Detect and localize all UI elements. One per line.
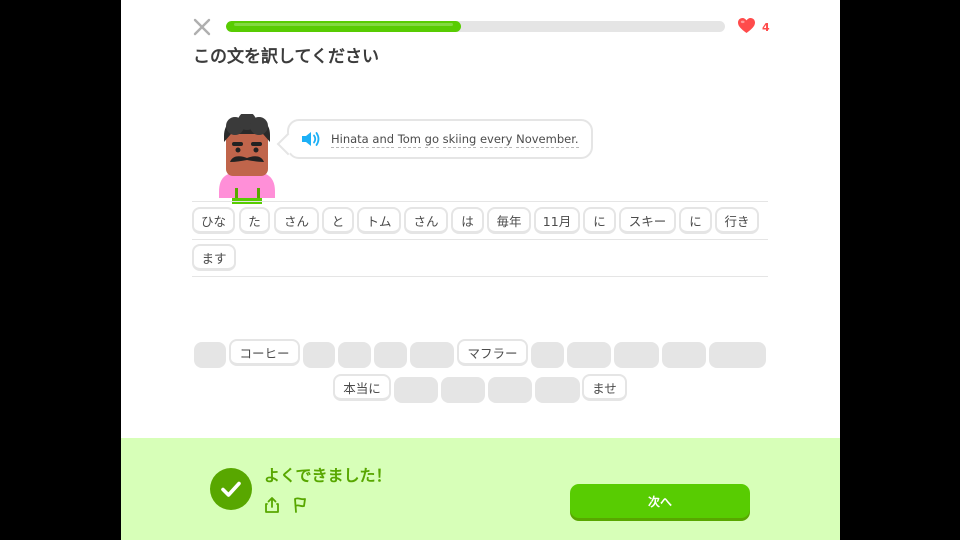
empty-slot — [303, 342, 335, 368]
answer-tile[interactable]: に — [583, 207, 616, 234]
answer-line — [192, 276, 768, 277]
answer-line — [192, 239, 768, 240]
answer-tile[interactable]: た — [239, 207, 270, 234]
empty-slot — [394, 377, 438, 403]
sentence-word[interactable]: Hinata — [331, 132, 369, 148]
report-flag-icon[interactable] — [292, 496, 308, 518]
empty-slot — [535, 377, 580, 403]
empty-slot — [662, 342, 706, 368]
check-icon — [210, 468, 252, 510]
hearts-counter[interactable]: 4 — [737, 17, 770, 38]
close-icon[interactable] — [193, 18, 211, 36]
empty-slot — [614, 342, 659, 368]
speaker-icon[interactable] — [301, 131, 321, 147]
answer-tile[interactable]: 毎年 — [487, 207, 531, 234]
answer-line — [192, 201, 768, 202]
empty-slot — [531, 342, 564, 368]
answer-tile[interactable]: さん — [274, 207, 319, 234]
feedback-panel: よくできました！ 次へ — [121, 438, 840, 540]
answer-tile[interactable]: トム — [357, 207, 401, 234]
answer-tile[interactable]: 行き — [715, 207, 759, 234]
page-title: この文を訳してください — [193, 47, 379, 67]
answer-area: ひな た さん と トム さん は 毎年 11月 に スキー に 行き ます — [192, 201, 768, 277]
answer-tile[interactable]: スキー — [619, 207, 676, 234]
sentence-word[interactable]: November. — [516, 132, 579, 148]
sentence-word[interactable]: every — [479, 132, 513, 148]
word-bank-tile[interactable]: ませ — [582, 374, 627, 401]
empty-slot — [374, 342, 407, 368]
next-button[interactable]: 次へ — [570, 484, 750, 518]
empty-slot — [338, 342, 371, 368]
heart-icon — [737, 17, 756, 38]
empty-slot — [567, 342, 611, 368]
progress-fill — [226, 21, 461, 32]
answer-tile[interactable]: と — [322, 207, 354, 234]
feedback-title: よくできました！ — [264, 466, 392, 485]
empty-slot — [441, 377, 485, 403]
prompt-sentence: Hinata and Tom go skiing every November. — [331, 132, 579, 148]
word-bank-tile[interactable]: マフラー — [457, 339, 528, 366]
share-icon[interactable] — [264, 496, 280, 518]
answer-tile[interactable]: ひな — [192, 207, 235, 234]
answer-tile[interactable]: 11月 — [534, 207, 580, 234]
answer-tile[interactable]: は — [451, 207, 484, 234]
sentence-word[interactable]: and — [372, 132, 395, 148]
empty-slot — [709, 342, 766, 368]
sentence-word[interactable]: skiing — [442, 132, 477, 148]
character-avatar — [213, 112, 277, 204]
answer-tile[interactable]: に — [679, 207, 712, 234]
empty-slot — [488, 377, 532, 403]
sentence-word[interactable]: go — [424, 132, 439, 148]
hearts-count: 4 — [762, 21, 770, 34]
progress-bar — [226, 21, 725, 32]
sentence-word[interactable]: Tom — [397, 132, 421, 148]
empty-slot — [194, 342, 226, 368]
answer-tile[interactable]: さん — [404, 207, 448, 234]
lesson-screen: 4 この文を訳してください Hinata and Tom go skiing e… — [121, 0, 840, 540]
empty-slot — [410, 342, 454, 368]
answer-tile[interactable]: ます — [192, 244, 236, 271]
word-bank-tile[interactable]: コーヒー — [229, 339, 300, 366]
word-bank-tile[interactable]: 本当に — [333, 374, 391, 401]
speech-bubble: Hinata and Tom go skiing every November. — [287, 119, 593, 159]
